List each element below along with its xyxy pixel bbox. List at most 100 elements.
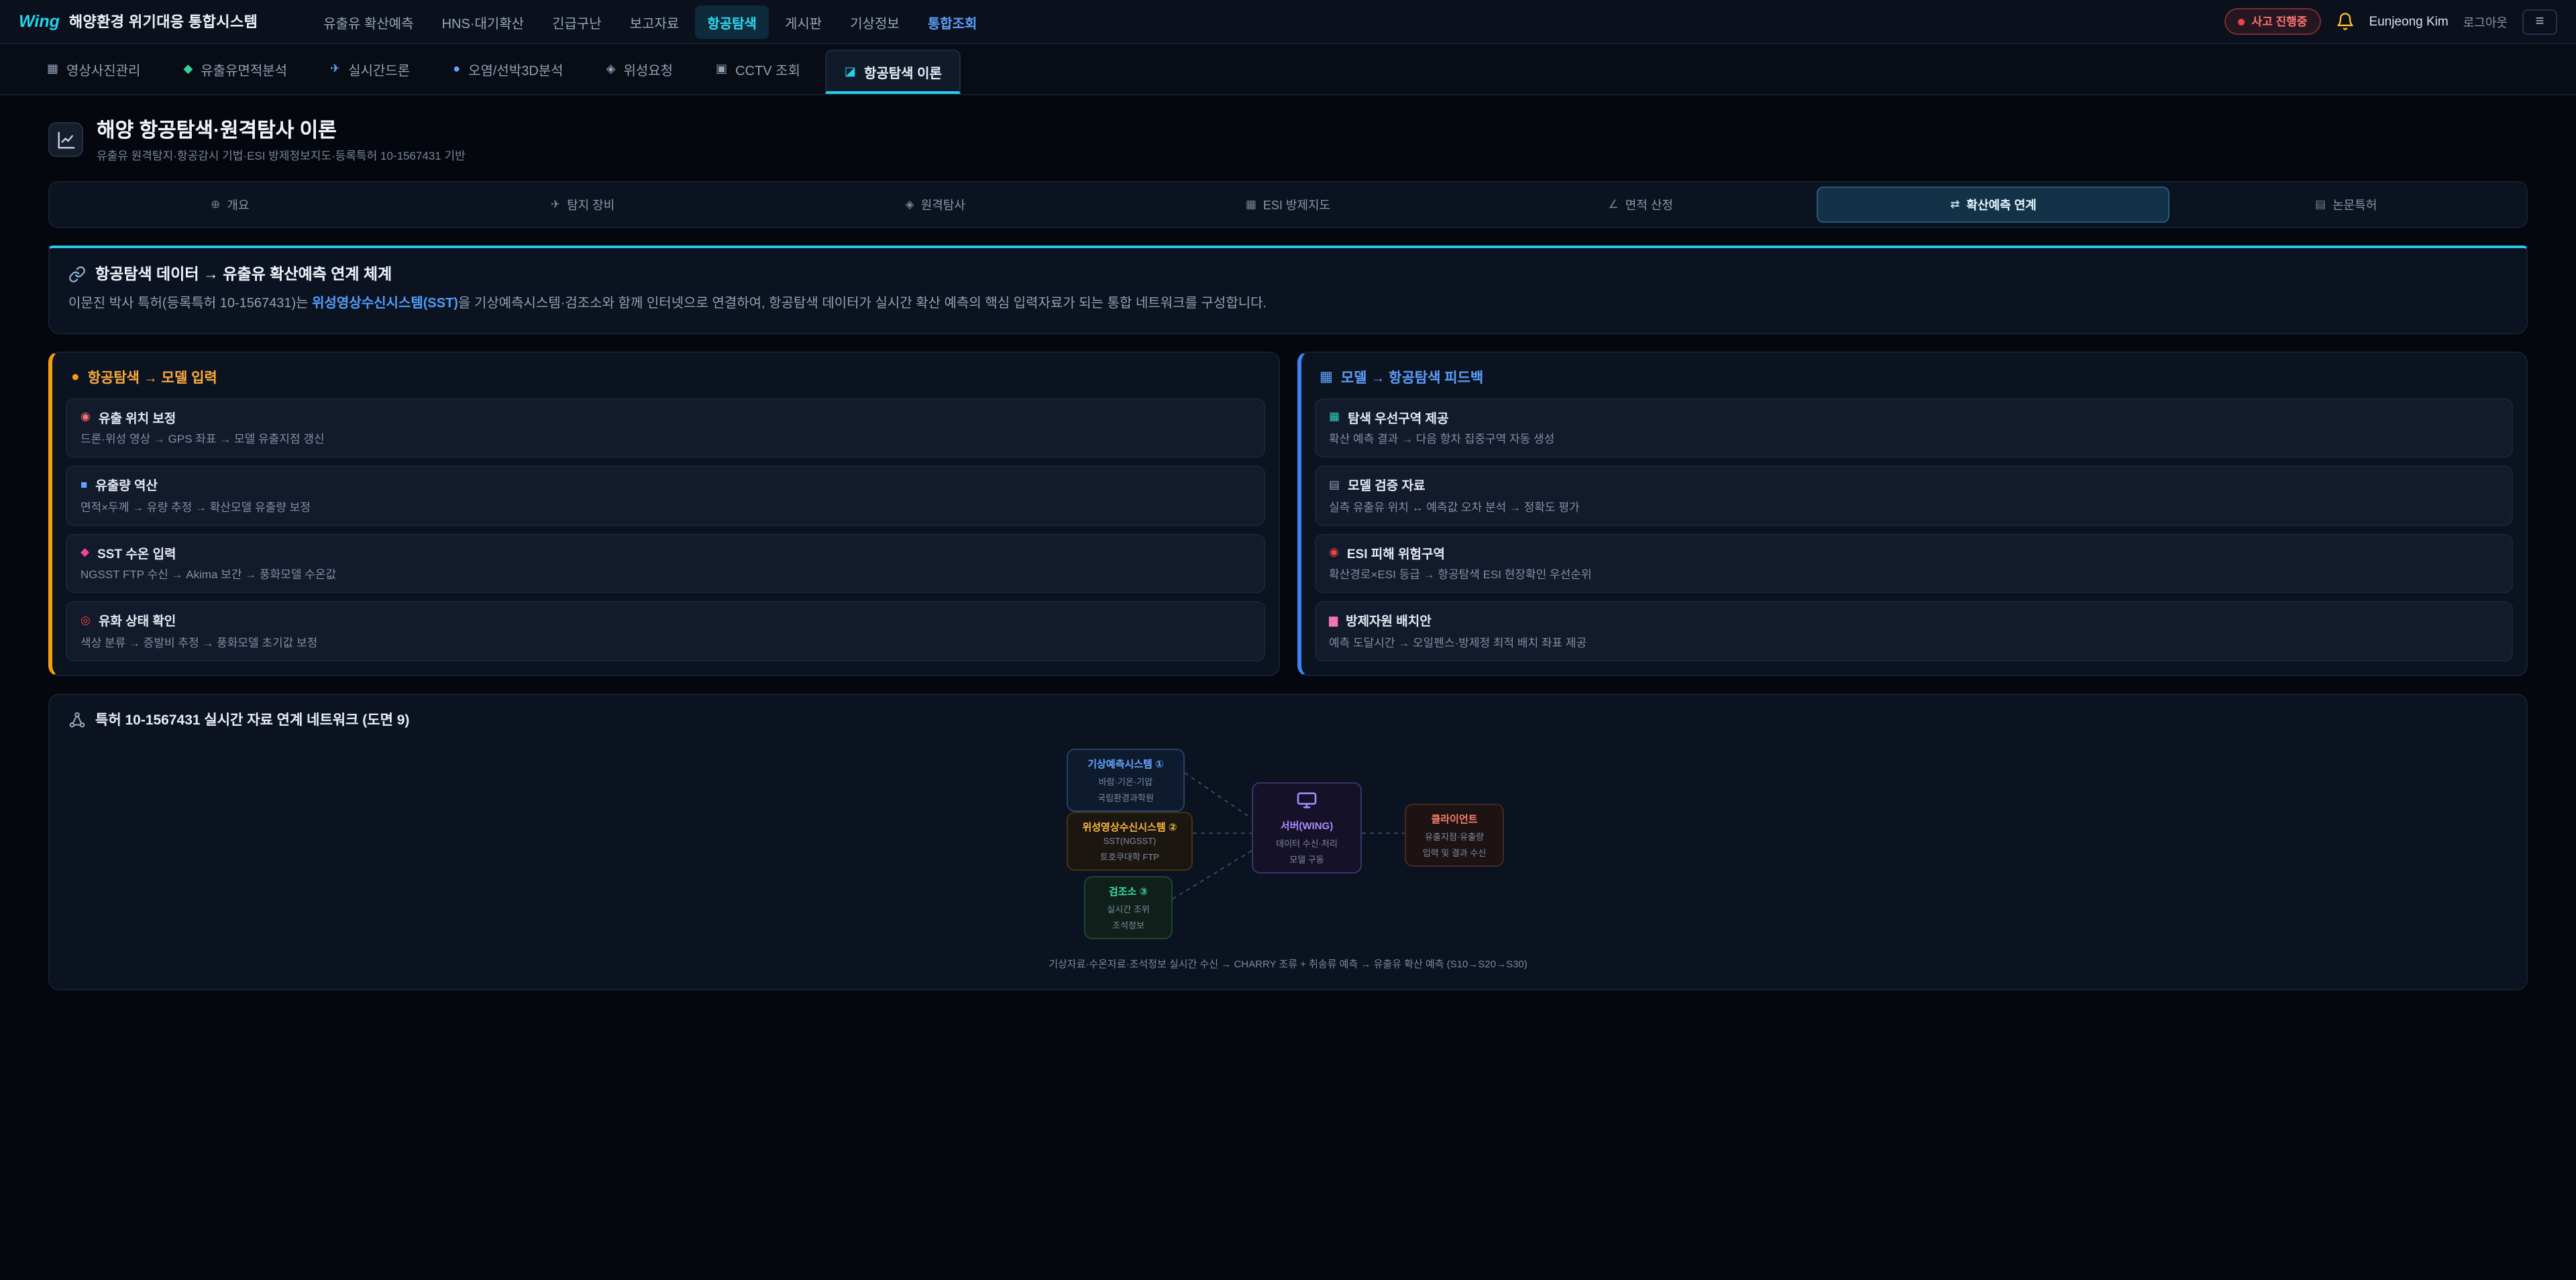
sub-nav: ▦ 영상사진관리 ◆ 유출유면적분석 ✈ 실시간드론 ● 오염/선박3D분석 ◈… [0,44,2576,95]
card-row-desc: 드론·위성 영상 → GPS 좌표 → 모델 유출지점 갱신 [80,431,1250,447]
node-line: 실시간 조위 [1095,901,1162,914]
card-row-title: ◉ ESI 피해 위험구역 [1329,543,2498,562]
analysis-icon: ◆ [183,61,193,76]
nav-item-rescue[interactable]: 긴급구난 [540,5,614,38]
topbar: Wing 해양환경 위기대응 통합시스템 유출유 확산예측 HNS·대기확산 긴… [0,0,2576,44]
tab-forecast-linkage[interactable]: ⇄ 확산예측 연계 [1817,186,2170,223]
nav-item-reports[interactable]: 보고자료 [618,5,692,38]
main-nav: 유출유 확산예측 HNS·대기확산 긴급구난 보고자료 항공탐색 게시판 기상정… [311,5,989,38]
card-row-resource-deployment: ▆ 방제자원 배치안 예측 도달시간 → 오일펜스·방제정 최적 배치 좌표 제… [1314,601,2513,661]
card-row-title-text: 탐색 우선구역 제공 [1348,407,1448,426]
nav-item-weather[interactable]: 기상정보 [838,5,912,38]
antenna-icon: ● [71,369,80,385]
tab-remote-sensing[interactable]: ◈ 원격탐사 [759,186,1112,223]
user-name: Eunjeong Kim [2369,14,2448,29]
page-title-block: 해양 항공탐색·원격탐사 이론 유출유 원격탐지·항공감시 기법·ESI 방제정… [97,115,466,164]
card-row-title: ■ 유출량 역산 [80,475,1250,494]
node-weather-forecast-system: 기상예측시스템 ① 바람·기온·기압 국립환경과학원 [1067,748,1185,811]
intro-title: 항공탐색 데이터 → 유출유 확산예측 연계 체계 [95,263,392,284]
card-row-title-text: 유출량 역산 [95,475,158,494]
network-diagram: 기상예측시스템 ① 바람·기온·기압 국립환경과학원 위성영상수신시스템 ② S… [1067,748,1509,939]
node-line: SST(NGSST) [1077,837,1182,846]
card-row-title: ◉ 유출 위치 보정 [80,407,1250,426]
node-title: 서버(WING) [1263,818,1351,833]
node-line: 입력 및 결과 수신 [1415,845,1493,858]
card-row-title: ◎ 유화 상태 확인 [80,610,1250,629]
tab-esi-map[interactable]: ▦ ESI 방제지도 [1112,186,1464,223]
subnav-label: 항공탐색 이론 [864,61,942,81]
brand: Wing 해양환경 위기대응 통합시스템 [19,11,258,32]
incident-dot-icon [2239,18,2245,25]
card-row-esi-risk-zone: ◉ ESI 피해 위험구역 확산경로×ESI 등급 → 항공탐색 ESI 현장확… [1314,533,2513,593]
line-chart-icon [56,129,76,150]
tab-label: 확산예측 연계 [1966,196,2036,213]
node-line: 국립환경과학원 [1077,790,1174,803]
card-row-title: ◆ SST 수온 입력 [80,543,1250,562]
tab-detection-equipment[interactable]: ✈ 탐지 장비 [407,186,759,223]
subnav-item-photo-management[interactable]: ▦ 영상사진관리 [30,50,158,87]
network-icon [68,710,86,728]
main-content: 해양 항공탐색·원격탐사 이론 유출유 원격탐지·항공감시 기법·ESI 방제정… [0,95,2576,990]
subnav-label: CCTV 조회 [735,58,800,78]
subnav-label: 유출유면적분석 [201,58,287,78]
node-line: 데이터 수신·처리 [1263,835,1351,849]
nav-item-hns-air[interactable]: HNS·대기확산 [430,5,537,38]
card-row-desc: 확산 예측 결과 → 다음 항차 집중구역 자동 생성 [1329,431,2498,447]
card-row-title-text: 유출 위치 보정 [99,407,176,426]
node-title: 기상예측시스템 ① [1077,756,1174,771]
subnav-item-satellite-request[interactable]: ◈ 위성요청 [589,50,690,87]
card-model-to-aerial: ▦ 모델 → 항공탐색 피드백 ▦ 탐색 우선구역 제공 확산 예측 결과 → … [1297,351,2528,676]
notifications-button[interactable] [2335,12,2354,31]
card-row-model-validation: ▤ 모델 검증 자료 실측 유출유 위치 ↔ 예측값 오차 분석 → 정확도 평… [1314,466,2513,525]
subnav-item-cctv[interactable]: ▣ CCTV 조회 [698,50,818,87]
network-title-row: 특허 10-1567431 실시간 자료 연계 네트워크 (도면 9) [68,709,2508,729]
card-row-desc: 실측 유출유 위치 ↔ 예측값 오차 분석 → 정확도 평가 [1329,498,2498,515]
subnav-label: 위성요청 [623,58,673,78]
nav-item-oil-spill-forecast[interactable]: 유출유 확산예측 [311,5,425,38]
nav-item-board[interactable]: 게시판 [773,5,834,38]
card-row-spill-volume: ■ 유출량 역산 면적×두께 → 유량 추정 → 확산모델 유출량 보정 [66,466,1265,525]
page-header: 해양 항공탐색·원격탐사 이론 유출유 원격탐지·항공감시 기법·ESI 방제정… [48,115,2528,164]
hamburger-menu-button[interactable]: ≡ [2522,9,2557,34]
link-icon: ⇄ [1950,197,1960,212]
alert-icon: ◉ [1329,545,1339,559]
nav-item-integrated-search[interactable]: 통합조회 [916,5,989,38]
subnav-item-aerial-theory[interactable]: ◪ 항공탐색 이론 [826,50,961,94]
map-grid-icon: ▦ [1320,369,1333,385]
subnav-item-oil-area-analysis[interactable]: ◆ 유출유면적분석 [166,50,305,87]
chain-link-icon [68,265,86,282]
node-client: 클라이언트 유출지점·유출량 입력 및 결과 수신 [1405,803,1504,866]
card-row-title: ▦ 탐색 우선구역 제공 [1329,407,2498,426]
card-row-desc: 면적×두께 → 유량 추정 → 확산모델 유출량 보정 [80,498,1250,515]
incident-status-badge[interactable]: 사고 진행중 [2225,8,2321,35]
plane-icon: ✈ [551,197,560,212]
map-icon: ▦ [1246,197,1256,212]
card-left-title: 항공탐색 → 모델 입력 [88,367,217,387]
intro-body-prefix: 이문진 박사 특허(등록특허 10-1567431)는 [68,297,312,311]
card-row-desc: NGSST FTP 수신 → Akima 보간 → 풍화모델 수온값 [80,566,1250,582]
logout-button[interactable]: 로그아웃 [2463,13,2508,30]
page-title: 해양 항공탐색·원격탐사 이론 [97,115,466,144]
subnav-item-realtime-drone[interactable]: ✈ 실시간드론 [313,50,427,87]
node-line: 유출지점·유출량 [1415,829,1493,842]
app-window: Wing 해양환경 위기대응 통합시스템 유출유 확산예측 HNS·대기확산 긴… [0,0,2576,1280]
satellite-icon: ◈ [906,197,914,212]
tab-area-calculation[interactable]: ∠ 면적 산정 [1464,186,1817,223]
node-satellite-receiving-system: 위성영상수신시스템 ② SST(NGSST) 토호쿠대학 FTP [1067,811,1193,870]
intro-title-row: 항공탐색 데이터 → 유출유 확산예측 연계 체계 [68,263,2508,284]
card-row-desc: 확산경로×ESI 등급 → 항공탐색 ESI 현장확인 우선순위 [1329,566,2498,582]
tab-overview[interactable]: ⊕ 개요 [54,186,407,223]
chart-board-icon: ◪ [845,64,856,78]
nav-item-aerial-search[interactable]: 항공탐색 [695,5,769,38]
card-row-title: ▤ 모델 검증 자료 [1329,475,2498,494]
satellite-icon: ◈ [606,61,616,76]
hamburger-icon: ≡ [2536,13,2544,30]
card-row-priority-zone: ▦ 탐색 우선구역 제공 확산 예측 결과 → 다음 항차 집중구역 자동 생성 [1314,398,2513,458]
card-row-title-text: ESI 피해 위험구역 [1347,543,1445,562]
tab-label: 탐지 장비 [567,196,614,213]
sst-system-link[interactable]: 위성영상수신시스템(SST) [312,297,458,311]
subnav-item-3d-ship-analysis[interactable]: ● 오염/선박3D분석 [435,50,580,87]
card-aerial-to-model: ● 항공탐색 → 모델 입력 ◉ 유출 위치 보정 드론·위성 영상 → GPS… [48,351,1279,676]
node-title: 위성영상수신시스템 ② [1077,819,1182,834]
tab-papers-patents[interactable]: ▤ 논문특허 [2169,186,2522,223]
